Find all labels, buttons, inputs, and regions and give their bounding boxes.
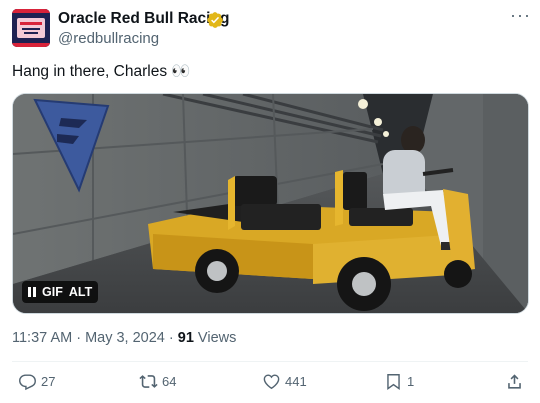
verified-badge-icon	[207, 12, 224, 28]
tweet-text: Hang in there, Charles 👀	[12, 63, 191, 80]
account-handle[interactable]: @redbullracing	[58, 30, 159, 47]
like-count: 441	[285, 374, 307, 389]
avatar-logo	[12, 9, 50, 47]
avatar[interactable]	[12, 9, 50, 47]
account-name[interactable]: Oracle Red Bull Racing	[58, 10, 229, 28]
reply-button[interactable]: 27	[18, 372, 55, 391]
reply-count: 27	[41, 374, 56, 389]
tweet-meta: 11:37 AM · May 3, 2024 · 91 Views	[12, 330, 236, 346]
bookmark-icon	[387, 374, 400, 391]
views-count: 91	[177, 330, 194, 346]
tweet-timestamp[interactable]: 11:37 AM · May 3, 2024 ·	[12, 330, 178, 346]
alt-button[interactable]: ALT	[69, 285, 92, 299]
more-horizontal-icon[interactable]: ···	[510, 6, 531, 24]
pause-icon[interactable]	[28, 287, 36, 297]
reply-icon	[19, 374, 36, 391]
like-button[interactable]: 441	[262, 372, 307, 391]
gif-label: GIF	[42, 285, 63, 299]
divider	[12, 361, 528, 362]
repost-button[interactable]: 64	[139, 372, 176, 391]
share-button[interactable]	[505, 372, 524, 391]
gif-badge[interactable]: GIF ALT	[22, 281, 99, 303]
repost-icon	[139, 375, 158, 388]
action-bar: 27 64 441 1	[0, 372, 540, 396]
tweet-media-gif[interactable]: GIF ALT	[12, 93, 529, 314]
views-label: Views	[193, 330, 237, 346]
bookmark-button[interactable]: 1	[384, 372, 414, 391]
bookmark-count: 1	[407, 374, 415, 389]
share-icon	[508, 374, 521, 389]
heart-icon	[263, 374, 280, 390]
repost-count: 64	[162, 374, 177, 389]
